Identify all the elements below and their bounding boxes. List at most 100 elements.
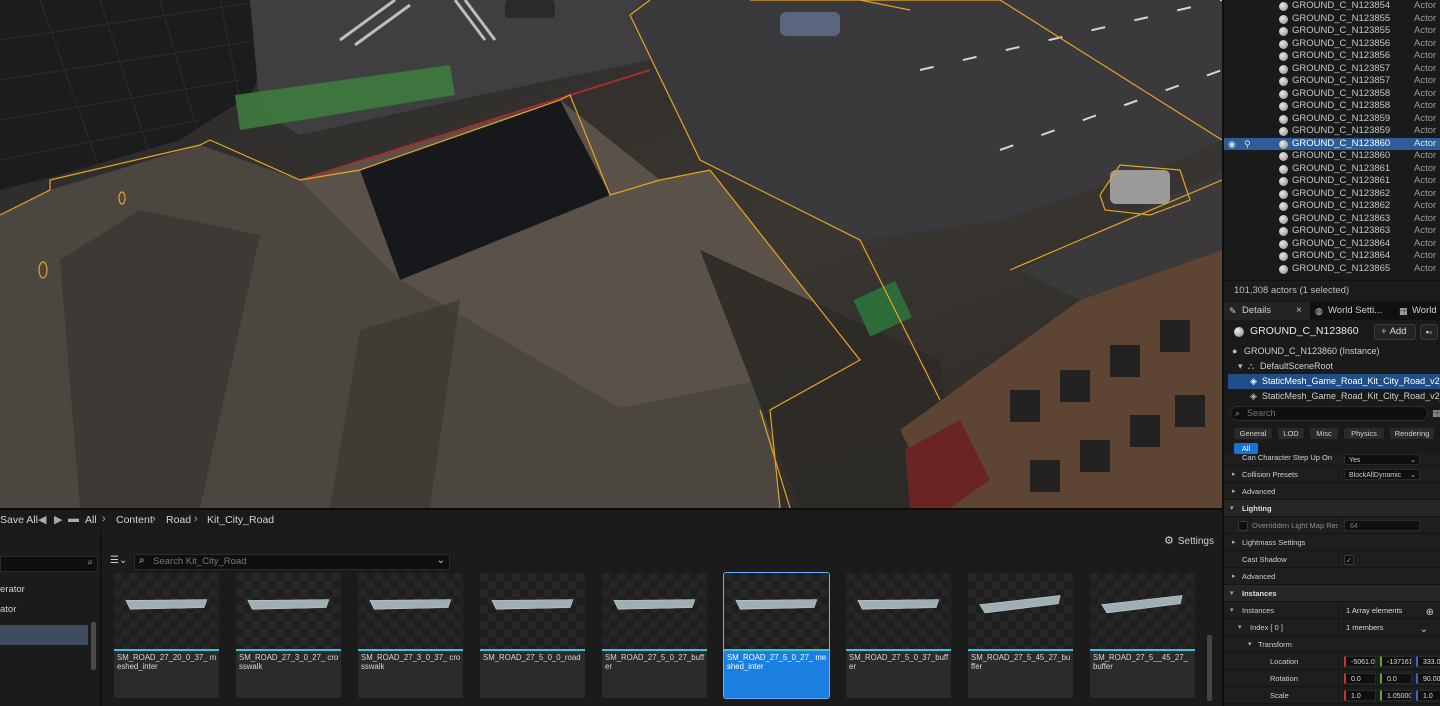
- close-icon[interactable]: ×: [1296, 302, 1302, 320]
- filter-rendering[interactable]: Rendering: [1390, 428, 1434, 439]
- chevron-down-icon[interactable]: ▾: [1238, 619, 1242, 636]
- outliner-row[interactable]: GROUND_C_N123861 Actor: [1224, 163, 1440, 176]
- outliner-row[interactable]: GROUND_C_N123856 Actor: [1224, 50, 1440, 63]
- sidebar-item-selected[interactable]: [0, 625, 88, 645]
- location-z-input[interactable]: 333.0: [1416, 656, 1440, 667]
- asset-tile[interactable]: SM_ROAD_27_3_0_37_ crosswalk: [358, 573, 463, 698]
- asset-tile[interactable]: SM_ROAD_27_5__45_27_ buffer: [1090, 573, 1195, 698]
- outliner-row[interactable]: GROUND_C_N123859 Actor: [1224, 113, 1440, 126]
- asset-name: SM_ROAD_27_5_0_37_buffer: [849, 653, 949, 671]
- filter-misc[interactable]: Misc: [1310, 428, 1338, 439]
- outliner-row[interactable]: GROUND_C_N123854 Actor: [1224, 0, 1440, 13]
- road-mesh-preview: [1101, 595, 1183, 614]
- pin-icon[interactable]: ⚲: [1244, 138, 1251, 151]
- rotation-y-input[interactable]: 0.0: [1380, 673, 1412, 684]
- outliner-row[interactable]: GROUND_C_N123861 Actor: [1224, 175, 1440, 188]
- component-static-mesh[interactable]: ◈ StaticMesh_Game_Road_Kit_City_Road_v2_…: [1228, 389, 1440, 404]
- outliner-row-type: Actor: [1414, 225, 1437, 236]
- details-search-input[interactable]: ⌕ Search: [1230, 406, 1428, 421]
- outliner-row[interactable]: GROUND_C_N123858 Actor: [1224, 100, 1440, 113]
- filter-general[interactable]: General: [1234, 428, 1272, 439]
- tab-world-settings[interactable]: ◍ World Setti...: [1310, 302, 1394, 320]
- filter-lod[interactable]: LOD: [1278, 428, 1304, 439]
- light-map-res-input[interactable]: 64: [1344, 520, 1420, 531]
- world-outliner: GROUND_C_N123854 Actor GROUND_C_N123855 Act…: [1222, 0, 1440, 304]
- actor-name[interactable]: GROUND_C_N123860: [1250, 325, 1359, 337]
- outliner-row[interactable]: GROUND_C_N123863 Actor: [1224, 225, 1440, 238]
- asset-grid-scrollbar[interactable]: [1207, 635, 1212, 701]
- filter-physics[interactable]: Physics: [1344, 428, 1384, 439]
- outliner-row[interactable]: GROUND_C_N123862 Actor: [1224, 188, 1440, 201]
- location-x-input[interactable]: -5061.0: [1344, 656, 1376, 667]
- sidebar-search-input[interactable]: ⌕: [0, 556, 98, 572]
- outliner-row[interactable]: GROUND_C_N123864 Actor: [1224, 238, 1440, 251]
- asset-tile[interactable]: SM_ROAD_27_5_0_37_buffer: [846, 573, 951, 698]
- outliner-row-selected[interactable]: ◉ ⚲ GROUND_C_N123860 Actor: [1224, 137, 1440, 151]
- filter-icon[interactable]: ☰⌄: [110, 555, 127, 566]
- chevron-down-icon[interactable]: ▾: [1230, 602, 1234, 619]
- outliner-row[interactable]: GROUND_C_N123858 Actor: [1224, 88, 1440, 101]
- scale-z-input[interactable]: 1.0: [1416, 690, 1440, 701]
- breadcrumb-kit-city-road[interactable]: Kit_City_Road: [207, 514, 274, 526]
- prop-advanced-lighting[interactable]: ▸ Advanced: [1224, 568, 1440, 585]
- blueprint-layout-icon[interactable]: ▪▫: [1420, 324, 1438, 340]
- add-component-button[interactable]: + Add: [1374, 324, 1416, 340]
- asset-tile-selected[interactable]: SM_ROAD_27_5_0_27_ meshed_inter: [723, 572, 830, 699]
- eye-icon[interactable]: ◉: [1228, 138, 1236, 151]
- collision-preset-dropdown[interactable]: BlockAllDynamic ⌄: [1344, 469, 1420, 480]
- chevron-down-icon[interactable]: ⌄: [437, 555, 445, 566]
- breadcrumb-content[interactable]: Content: [116, 514, 153, 526]
- breadcrumb-road[interactable]: Road: [166, 514, 191, 526]
- cast-shadow-checkbox[interactable]: ✓: [1344, 555, 1354, 565]
- outliner-row[interactable]: GROUND_C_N123865 Actor: [1224, 263, 1440, 276]
- grid-view-icon[interactable]: ▦: [1432, 408, 1440, 419]
- component-static-mesh-selected[interactable]: ◈ StaticMesh_Game_Road_Kit_City_Road_v2_…: [1228, 374, 1440, 389]
- category-lighting[interactable]: ▾ Lighting: [1224, 500, 1440, 517]
- breadcrumb-all[interactable]: All: [85, 514, 97, 526]
- asset-tile[interactable]: SM_ROAD_27_5_45_27_buffer: [968, 573, 1073, 698]
- prop-advanced-collision[interactable]: ▸ Advanced: [1224, 483, 1440, 500]
- sidebar-scrollbar[interactable]: [91, 622, 96, 670]
- save-all-button[interactable]: Save All: [0, 514, 38, 526]
- can-step-dropdown[interactable]: Yes ⌄: [1344, 454, 1420, 465]
- outliner-row[interactable]: GROUND_C_N123855 Actor: [1224, 25, 1440, 38]
- category-instances[interactable]: ▾ Instances: [1224, 585, 1440, 602]
- tab-world-partition[interactable]: ▦ World Pa: [1394, 302, 1440, 320]
- rotation-z-input[interactable]: 90.00: [1416, 673, 1440, 684]
- asset-tile[interactable]: SM_ROAD_27_5_0_0_road: [480, 573, 585, 698]
- road-mesh-preview: [735, 599, 818, 610]
- location-y-input[interactable]: -137161: [1380, 656, 1412, 667]
- folder-icon[interactable]: ▬: [68, 513, 79, 525]
- outliner-row[interactable]: GROUND_C_N123864 Actor: [1224, 250, 1440, 263]
- scale-x-input[interactable]: 1.0: [1344, 690, 1376, 701]
- asset-tile[interactable]: SM_ROAD_27_3_0_27_ crosswalk: [236, 573, 341, 698]
- outliner-row[interactable]: GROUND_C_N123862 Actor: [1224, 200, 1440, 213]
- forward-arrow-icon[interactable]: ▶: [54, 513, 62, 526]
- actor-icon: [1279, 214, 1288, 224]
- component-default-scene-root[interactable]: ▾ ⛬ DefaultSceneRoot: [1228, 359, 1440, 374]
- sidebar-item[interactable]: erator: [0, 584, 25, 595]
- asset-type-bar: [1090, 649, 1195, 651]
- rotation-x-input[interactable]: 0.0: [1344, 673, 1376, 684]
- scale-y-input[interactable]: 1.05000: [1380, 690, 1412, 701]
- outliner-row[interactable]: GROUND_C_N123857 Actor: [1224, 63, 1440, 76]
- asset-search-input[interactable]: ⌕ Search Kit_City_Road ⌄: [134, 554, 450, 570]
- component-instance-root[interactable]: ● GROUND_C_N123860 (Instance): [1228, 344, 1440, 359]
- outliner-row[interactable]: GROUND_C_N123857 Actor: [1224, 75, 1440, 88]
- prop-lightmass-settings[interactable]: ▸ Lightmass Settings: [1224, 534, 1440, 551]
- outliner-row[interactable]: GROUND_C_N123856 Actor: [1224, 38, 1440, 51]
- outliner-row[interactable]: GROUND_C_N123855 Actor: [1224, 13, 1440, 26]
- sidebar-item[interactable]: ator: [0, 604, 16, 615]
- back-arrow-icon[interactable]: ◀: [38, 513, 46, 526]
- actor-icon: [1279, 102, 1288, 111]
- outliner-row[interactable]: GROUND_C_N123863 Actor: [1224, 213, 1440, 226]
- asset-tile[interactable]: SM_ROAD_27_5_0_27_buffer: [602, 573, 707, 698]
- override-checkbox[interactable]: [1238, 521, 1248, 531]
- asset-tile[interactable]: SM_ROAD_27_20_0_37_ meshed_inter: [114, 573, 219, 698]
- chevron-down-icon[interactable]: ▾: [1248, 636, 1252, 653]
- outliner-row[interactable]: GROUND_C_N123859 Actor: [1224, 125, 1440, 138]
- chevron-right-icon[interactable]: ▸: [1232, 466, 1236, 483]
- outliner-row[interactable]: GROUND_C_N123860 Actor: [1224, 150, 1440, 163]
- settings-button[interactable]: ⚙ Settings: [1164, 534, 1214, 547]
- level-viewport[interactable]: [0, 0, 1222, 508]
